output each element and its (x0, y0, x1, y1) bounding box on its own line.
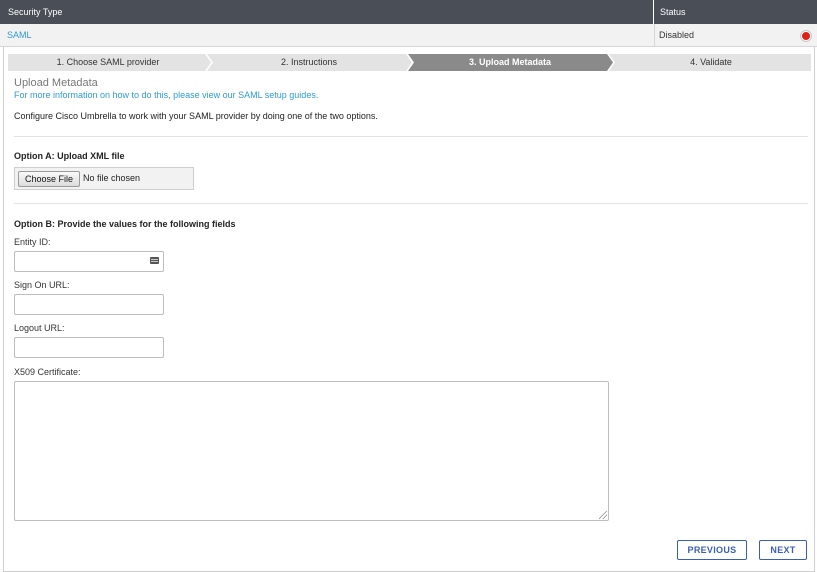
x509-certificate-textarea[interactable] (14, 381, 609, 521)
status-text: Disabled (659, 30, 695, 40)
status-header: Status (660, 7, 686, 17)
step-choose-provider[interactable]: 1. Choose SAML provider (8, 54, 208, 71)
security-type-link[interactable]: SAML (7, 24, 32, 47)
divider-line (14, 203, 808, 204)
previous-button[interactable]: PREVIOUS (677, 540, 747, 560)
security-type-header: Security Type (0, 0, 654, 24)
file-status-text: No file chosen (83, 173, 141, 183)
logout-url-input[interactable] (14, 337, 164, 358)
choose-file-button[interactable]: Choose File (18, 171, 80, 187)
table-header: Security Type Status (0, 0, 817, 24)
wizard-steps: 1. Choose SAML provider 2. Instructions … (8, 54, 811, 71)
status-dot-icon (801, 31, 811, 41)
table-row[interactable]: SAML Disabled (0, 24, 817, 47)
entity-id-label: Entity ID: (14, 237, 51, 247)
divider-line (14, 136, 808, 137)
column-divider (654, 24, 655, 47)
x509-certificate-label: X509 Certificate: (14, 367, 81, 377)
saml-guide-link[interactable]: For more information on how to do this, … (14, 90, 318, 100)
next-button[interactable]: NEXT (759, 540, 807, 560)
sign-on-url-input[interactable] (14, 294, 164, 315)
section-title: Upload Metadata (14, 77, 98, 89)
step-instructions[interactable]: 2. Instructions (209, 54, 409, 71)
file-upload[interactable]: Choose File No file chosen (14, 167, 194, 190)
step-upload-metadata[interactable]: 3. Upload Metadata (410, 54, 610, 71)
entity-id-input[interactable] (14, 251, 164, 272)
step-validate[interactable]: 4. Validate (611, 54, 811, 71)
logout-url-label: Logout URL: (14, 323, 65, 333)
sign-on-url-label: Sign On URL: (14, 280, 70, 290)
resize-grip-icon[interactable] (599, 511, 607, 519)
intro-text: Configure Cisco Umbrella to work with yo… (14, 111, 378, 121)
keyboard-icon[interactable] (150, 257, 159, 264)
option-a-title: Option A: Upload XML file (14, 151, 125, 161)
option-b-title: Option B: Provide the values for the fol… (14, 219, 236, 229)
